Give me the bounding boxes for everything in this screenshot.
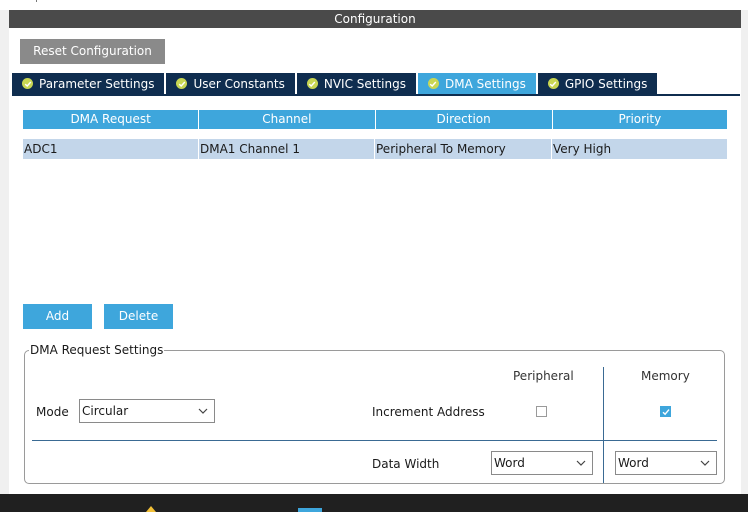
mode-label: Mode — [36, 405, 69, 419]
tab-label: GPIO Settings — [564, 76, 648, 91]
dma-request-table: DMA Request Channel Direction Priority A… — [23, 110, 727, 159]
tab-dma-settings[interactable]: DMA Settings — [417, 73, 536, 94]
chevron-down-icon — [576, 460, 586, 466]
dma-request-settings-group: DMA Request Settings Peripheral Memory M… — [24, 343, 725, 484]
cell-direction: Peripheral To Memory — [375, 139, 552, 159]
table-row[interactable]: ADC1 DMA1 Channel 1 Peripheral To Memory… — [23, 139, 727, 159]
warning-icon[interactable] — [146, 506, 156, 512]
configuration-header: Configuration — [9, 10, 741, 28]
tree-fragment — [36, 0, 76, 2]
clipped-tree-area — [0, 0, 748, 10]
cell-priority: Very High — [553, 142, 612, 156]
data-width-label: Data Width — [372, 457, 440, 471]
chevron-down-icon — [198, 408, 208, 414]
tab-label: Parameter Settings — [39, 76, 155, 91]
taskbar — [0, 494, 748, 512]
group-legend: DMA Request Settings — [29, 343, 165, 357]
add-button[interactable]: Add — [23, 304, 92, 329]
table-header: DMA Request Channel Direction Priority — [23, 110, 727, 129]
column-header-direction[interactable]: Direction — [375, 110, 552, 129]
reset-configuration-button[interactable]: Reset Configuration — [20, 39, 165, 64]
right-gutter — [741, 10, 748, 494]
chevron-down-icon — [700, 460, 710, 466]
tab-label: DMA Settings — [444, 76, 526, 91]
configuration-panel: Reset Configuration Parameter Settings U… — [9, 28, 741, 490]
check-circle-icon — [22, 78, 33, 89]
column-header-dma-request[interactable]: DMA Request — [23, 110, 199, 129]
left-gutter — [0, 10, 9, 494]
increment-peripheral-checkbox[interactable] — [536, 406, 547, 417]
data-width-peripheral-value: Word — [494, 456, 525, 470]
tab-parameter-settings[interactable]: Parameter Settings — [12, 73, 165, 94]
mode-select-value: Circular — [82, 404, 129, 418]
row-divider — [32, 440, 717, 441]
memory-column-header: Memory — [641, 369, 690, 383]
app-window: Configuration Reset Configuration Parame… — [0, 0, 748, 512]
tabs-underline — [12, 94, 740, 96]
tab-label: NVIC Settings — [323, 76, 406, 91]
mode-select[interactable]: Circular — [79, 399, 215, 423]
increment-address-label: Increment Address — [372, 405, 485, 419]
increment-memory-checkbox[interactable] — [660, 406, 671, 417]
tab-gpio-settings[interactable]: GPIO Settings — [537, 73, 658, 94]
tab-nvic-settings[interactable]: NVIC Settings — [296, 73, 416, 94]
data-width-peripheral-select[interactable]: Word — [491, 451, 593, 475]
tab-label: User Constants — [193, 76, 285, 91]
peripheral-column-header: Peripheral — [513, 369, 574, 383]
checkmark-icon — [662, 409, 670, 416]
check-circle-icon — [306, 78, 318, 89]
delete-button[interactable]: Delete — [104, 304, 173, 329]
check-circle-icon — [176, 78, 188, 89]
cell-dma-request: ADC1 — [23, 139, 199, 159]
check-circle-icon — [427, 78, 439, 89]
taskbar-app-icon[interactable] — [298, 508, 322, 512]
settings-tabs: Parameter Settings User Constants NVIC S… — [12, 73, 659, 94]
column-divider — [603, 367, 604, 483]
data-width-memory-select[interactable]: Word — [615, 451, 717, 475]
column-header-priority[interactable]: Priority — [552, 110, 727, 129]
column-header-channel[interactable]: Channel — [199, 110, 375, 129]
tab-user-constants[interactable]: User Constants — [166, 73, 295, 94]
data-width-memory-value: Word — [618, 456, 649, 470]
cell-channel: DMA1 Channel 1 — [199, 139, 375, 159]
check-circle-icon — [547, 78, 559, 89]
